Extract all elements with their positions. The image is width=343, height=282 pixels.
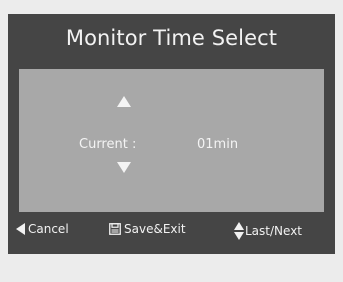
save-exit-button[interactable]: Save&Exit xyxy=(109,222,186,236)
up-down-arrow-icon xyxy=(234,222,244,240)
monitor-time-dialog: Monitor Time Select Current : 01min Canc… xyxy=(8,14,335,254)
decrease-arrow-icon[interactable] xyxy=(117,162,131,173)
last-next-button[interactable]: Last/Next xyxy=(234,222,302,240)
current-label: Current : xyxy=(79,137,137,152)
save-exit-label: Save&Exit xyxy=(124,222,186,236)
footer-hints: Cancel Save&Exit Last/Next xyxy=(8,216,335,244)
increase-arrow-icon[interactable] xyxy=(117,96,131,107)
screen: Monitor Time Select Current : 01min Canc… xyxy=(0,0,343,282)
cancel-button[interactable]: Cancel xyxy=(16,222,69,236)
current-time-value[interactable]: 01min xyxy=(197,137,238,152)
last-next-label: Last/Next xyxy=(245,224,302,238)
cancel-label: Cancel xyxy=(28,222,69,236)
triangle-left-icon xyxy=(16,223,25,235)
time-select-area: Current : 01min xyxy=(19,69,324,212)
save-icon xyxy=(109,223,121,235)
dialog-title: Monitor Time Select xyxy=(65,26,278,50)
